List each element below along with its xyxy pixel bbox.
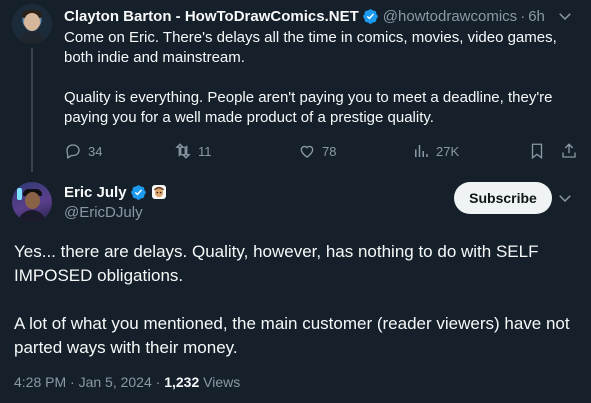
reply-paragraph: Come on Eric. There's delays all the tim… bbox=[64, 29, 557, 66]
main-paragraph: Yes... there are delays. Quality, howeve… bbox=[14, 242, 539, 285]
repost-count: 11 bbox=[198, 143, 212, 159]
like-count: 78 bbox=[322, 143, 337, 159]
author-name[interactable]: Clayton Barton - HowToDrawComics.NET bbox=[64, 8, 359, 25]
main-tweet: Eric July @EricDJuly Subscribe Yes... th… bbox=[0, 172, 591, 403]
author-handle[interactable]: @EricDJuly bbox=[64, 204, 143, 221]
tweet-meta: 4:28 PM · Jan 5, 2024 · 1,232 Views bbox=[14, 374, 240, 390]
affiliate-badge-icon[interactable] bbox=[151, 184, 167, 200]
views-count: 27K bbox=[436, 143, 460, 159]
more-options-chevron-icon[interactable] bbox=[555, 188, 575, 208]
reply-text: Come on Eric. There's delays all the tim… bbox=[64, 28, 564, 128]
reply-tweet[interactable]: Clayton Barton - HowToDrawComics.NET @ho… bbox=[0, 0, 591, 172]
views-label: Views bbox=[199, 374, 241, 390]
repost-icon bbox=[175, 143, 191, 159]
analytics-icon bbox=[415, 145, 428, 157]
like-button[interactable]: 78 bbox=[298, 140, 336, 162]
views-count: 1,232 bbox=[164, 374, 200, 390]
subscribe-button[interactable]: Subscribe bbox=[454, 182, 552, 214]
main-author-row: Eric July bbox=[64, 182, 167, 202]
tweet-time[interactable]: 6h bbox=[528, 8, 545, 25]
thread-connector-line bbox=[31, 48, 33, 172]
avatar[interactable] bbox=[12, 4, 52, 44]
share-icon bbox=[562, 143, 576, 158]
repost-button[interactable]: 11 bbox=[174, 140, 212, 162]
tweet-timestamp[interactable]: 4:28 PM · Jan 5, 2024 · bbox=[14, 374, 164, 390]
reply-icon bbox=[66, 144, 80, 159]
views-button[interactable]: 27K bbox=[412, 140, 459, 162]
reply-paragraph: Quality is everything. People aren't pay… bbox=[64, 89, 553, 126]
action-bar: 34 11 78 27K bbox=[64, 140, 584, 162]
bookmark-button[interactable] bbox=[528, 140, 546, 162]
more-options-chevron-icon[interactable] bbox=[555, 6, 575, 26]
verified-badge-icon bbox=[130, 184, 147, 201]
author-name[interactable]: Eric July bbox=[64, 184, 127, 201]
reply-button[interactable]: 34 bbox=[64, 140, 102, 162]
main-paragraph: A lot of what you mentioned, the main cu… bbox=[14, 314, 570, 357]
separator-dot: · bbox=[520, 7, 526, 25]
main-tweet-text: Yes... there are delays. Quality, howeve… bbox=[14, 240, 584, 360]
reply-count: 34 bbox=[88, 143, 103, 159]
author-handle[interactable]: @howtodrawcomics bbox=[383, 8, 517, 25]
bookmark-icon bbox=[531, 143, 543, 160]
avatar[interactable] bbox=[12, 182, 52, 222]
reply-header: Clayton Barton - HowToDrawComics.NET @ho… bbox=[64, 6, 579, 26]
verified-badge-icon bbox=[362, 8, 379, 25]
share-button[interactable] bbox=[560, 140, 578, 162]
heart-icon bbox=[300, 145, 314, 158]
